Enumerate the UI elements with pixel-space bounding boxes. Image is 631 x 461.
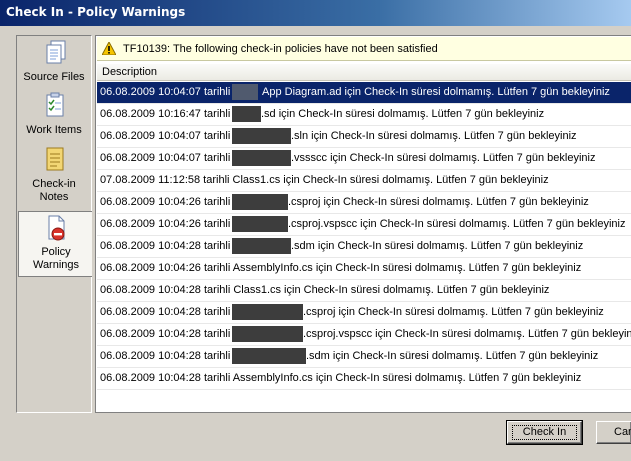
checkin-notes-icon bbox=[46, 147, 64, 171]
table-row[interactable]: 06.08.2009 10:04:07 tarihli App Diagram.… bbox=[97, 82, 631, 104]
table-row[interactable]: 06.08.2009 10:04:26 tarihli .csproj için… bbox=[97, 192, 631, 214]
column-header-description[interactable]: Description bbox=[97, 64, 631, 81]
table-row[interactable]: 06.08.2009 10:04:28 tarihli .sdm için Ch… bbox=[97, 236, 631, 258]
channel-sidebar: Source Files Work Items Check-in Notes P… bbox=[16, 35, 92, 413]
sidebar-item-work-items[interactable]: Work Items bbox=[19, 92, 89, 142]
row-text: 06.08.2009 10:04:26 tarihli AssemblyInfo… bbox=[100, 262, 582, 274]
row-text-start: 06.08.2009 10:04:28 tarihli bbox=[100, 306, 231, 318]
sidebar-item-policy-warnings[interactable]: Policy Warnings bbox=[18, 211, 92, 277]
row-text-end: .csproj için Check-In süresi dolmamış. L… bbox=[303, 306, 604, 318]
sidebar-item-label: Policy Warnings bbox=[32, 246, 80, 271]
redacted-filename bbox=[232, 216, 288, 232]
table-row[interactable]: 06.08.2009 10:04:28 tarihli AssemblyInfo… bbox=[97, 368, 631, 390]
policy-warnings-icon bbox=[48, 215, 65, 241]
table-row[interactable]: 06.08.2009 10:04:26 tarihli AssemblyInfo… bbox=[97, 258, 631, 280]
redacted-filename bbox=[232, 106, 261, 122]
row-text: 07.08.2009 11:12:58 tarihli Class1.cs iç… bbox=[100, 174, 549, 186]
table-row[interactable]: 06.08.2009 10:04:28 tarihli .sdm için Ch… bbox=[97, 346, 631, 368]
check-in-button-label: Check In bbox=[522, 426, 567, 438]
row-text-start: 06.08.2009 10:04:28 tarihli bbox=[100, 240, 231, 252]
work-items-icon bbox=[46, 92, 64, 117]
row-text-start: 06.08.2009 10:04:07 tarihli bbox=[100, 130, 231, 142]
table-row[interactable]: 06.08.2009 10:04:07 tarihli .sln için Ch… bbox=[97, 126, 631, 148]
policy-warnings-panel: TF10139: The following check-in policies… bbox=[95, 35, 631, 413]
row-text-end: .csproj.vspscc için Check-In süresi dolm… bbox=[288, 218, 626, 230]
table-row[interactable]: 06.08.2009 10:04:07 tarihli .vssscc için… bbox=[97, 148, 631, 170]
warning-icon bbox=[102, 42, 116, 55]
row-text-end: App Diagram.ad için Check-In süresi dolm… bbox=[262, 86, 610, 98]
column-header-label: Description bbox=[102, 66, 158, 78]
check-in-button[interactable]: Check In bbox=[506, 420, 583, 445]
row-text-end: .csproj.vspscc için Check-In süresi dolm… bbox=[303, 328, 631, 340]
row-text-start: 06.08.2009 10:04:07 tarihli bbox=[100, 86, 231, 98]
sidebar-item-checkin-notes[interactable]: Check-in Notes bbox=[19, 146, 89, 208]
title-bar[interactable]: Check In - Policy Warnings bbox=[0, 0, 631, 26]
cancel-button-label: Cancel bbox=[614, 426, 631, 438]
redacted-filename bbox=[232, 348, 306, 364]
row-text-start: 06.08.2009 10:04:26 tarihli bbox=[100, 218, 231, 230]
row-text-end: .sdm için Check-In süresi dolmamış. Lütf… bbox=[306, 350, 599, 362]
redacted-filename bbox=[232, 128, 291, 144]
table-row[interactable]: 06.08.2009 10:04:28 tarihli .csproj için… bbox=[97, 302, 631, 324]
dialog-body: Source Files Work Items Check-in Notes P… bbox=[0, 26, 631, 461]
table-row[interactable]: 06.08.2009 10:16:47 tarihli .sd için Che… bbox=[97, 104, 631, 126]
row-text-start: 06.08.2009 10:04:26 tarihli bbox=[100, 196, 231, 208]
sidebar-item-label: Check-in Notes bbox=[32, 178, 76, 203]
row-text: 06.08.2009 10:04:28 tarihli Class1.cs iç… bbox=[100, 284, 550, 296]
redacted-filename bbox=[232, 238, 291, 254]
redacted-filename bbox=[232, 150, 291, 166]
source-files-icon bbox=[46, 40, 66, 64]
row-text-start: 06.08.2009 10:04:07 tarihli bbox=[100, 152, 231, 164]
redacted-filename bbox=[232, 84, 258, 100]
row-text-end: .csproj için Check-In süresi dolmamış. L… bbox=[288, 196, 589, 208]
sidebar-item-source-files[interactable]: Source Files bbox=[19, 40, 89, 90]
row-text-end: .sd için Check-In süresi dolmamış. Lütfe… bbox=[261, 108, 545, 120]
redacted-filename bbox=[232, 304, 303, 320]
sidebar-item-label: Work Items bbox=[26, 124, 82, 136]
row-text-start: 06.08.2009 10:04:28 tarihli bbox=[100, 328, 231, 340]
table-row[interactable]: 06.08.2009 10:04:28 tarihli Class1.cs iç… bbox=[97, 280, 631, 302]
table-row[interactable]: 07.08.2009 11:12:58 tarihli Class1.cs iç… bbox=[97, 170, 631, 192]
row-text-end: .sdm için Check-In süresi dolmamış. Lütf… bbox=[291, 240, 584, 252]
redacted-filename bbox=[232, 194, 288, 210]
row-text-start: 06.08.2009 10:16:47 tarihli bbox=[100, 108, 231, 120]
row-text-end: .sln için Check-In süresi dolmamış. Lütf… bbox=[291, 130, 577, 142]
warning-text: TF10139: The following check-in policies… bbox=[123, 43, 438, 55]
window-title: Check In - Policy Warnings bbox=[6, 5, 186, 19]
warning-banner: TF10139: The following check-in policies… bbox=[97, 37, 631, 61]
redacted-filename bbox=[232, 326, 303, 342]
table-row[interactable]: 06.08.2009 10:04:26 tarihli .csproj.vsps… bbox=[97, 214, 631, 236]
row-text-end: .vssscc için Check-In süresi dolmamış. L… bbox=[291, 152, 596, 164]
sidebar-item-label: Source Files bbox=[23, 71, 85, 83]
table-row[interactable]: 06.08.2009 10:04:28 tarihli .csproj.vsps… bbox=[97, 324, 631, 346]
cancel-button[interactable]: Cancel bbox=[596, 421, 631, 444]
row-text-start: 06.08.2009 10:04:28 tarihli bbox=[100, 350, 231, 362]
row-text: 06.08.2009 10:04:28 tarihli AssemblyInfo… bbox=[100, 372, 582, 384]
